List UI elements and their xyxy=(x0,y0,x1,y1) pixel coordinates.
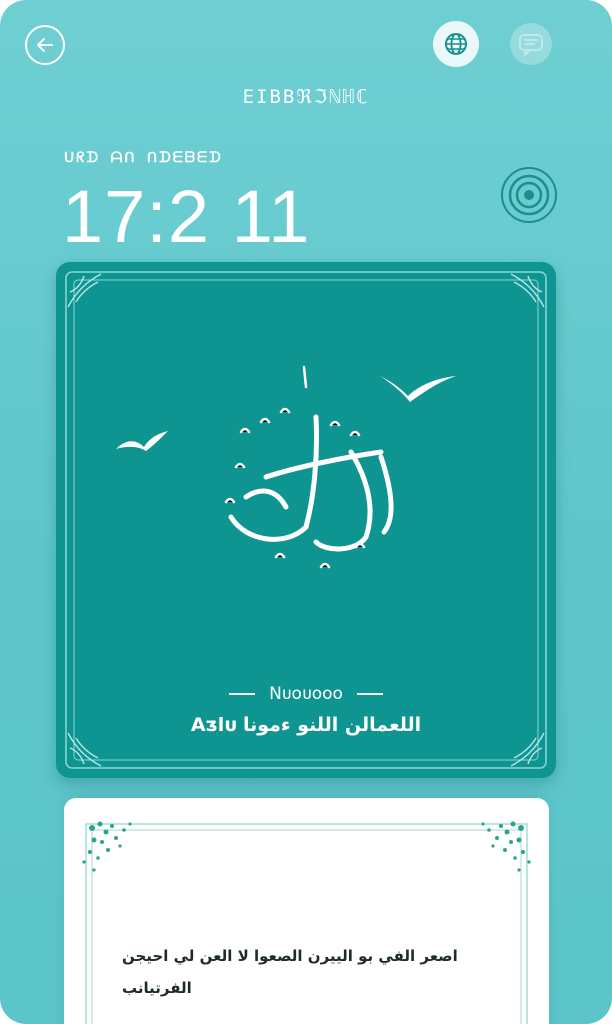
clock-time: 17:2 11 xyxy=(62,175,311,258)
verse-line-1: اصعر الفي بو الييرن الصعوا لا العن لي اح… xyxy=(122,947,458,965)
hero-card[interactable]: Nᴜᴏᴜᴏᴏᴏ Aᴣlᴜ اللعمالن اللنو ءمونا xyxy=(56,262,556,778)
date-label: ᑌᖇᗪ ᗩᑎ ᑎᗪᗴᗷᗴᗪ xyxy=(64,150,223,166)
app-screen: ΕΙΒBℜℑℕℍℂ ᑌᖇᗪ ᗩᑎ ᑎᗪᗴᗷᗴᗪ 17:2 11 Nᴜᴏᴜᴏᴏᴏ … xyxy=(0,0,612,1024)
divider-left xyxy=(229,693,256,695)
hero-subtitle: Nᴜᴏᴜᴏᴏᴏ xyxy=(56,684,556,704)
verse-text: اصعر الفي بو الييرن الصعوا لا العن لي اح… xyxy=(122,940,502,1004)
verse-card[interactable]: اصعر الفي بو الييرن الصعوا لا العن لي اح… xyxy=(64,798,549,1024)
verse-line-2: الفرتيانب xyxy=(122,979,192,997)
divider-right xyxy=(356,693,383,695)
hero-subtitle-text: Nᴜᴏᴜᴏᴏᴏ xyxy=(269,684,343,704)
back-button[interactable] xyxy=(25,25,65,65)
top-bar: ΕΙΒBℜℑℕℍℂ xyxy=(0,0,612,130)
globe-button[interactable] xyxy=(433,21,479,67)
chat-button[interactable] xyxy=(510,23,552,65)
hero-caption: Aᴣlᴜ اللعمالن اللنو ءمونا xyxy=(190,714,422,736)
app-title: ΕΙΒBℜℑℕℍℂ xyxy=(242,86,370,108)
arrow-left-icon xyxy=(37,38,53,52)
target-button[interactable] xyxy=(499,165,559,225)
target-icon xyxy=(501,167,557,223)
bird-right xyxy=(380,376,456,402)
bird-left xyxy=(116,431,168,451)
chat-bubble-icon xyxy=(519,34,543,56)
globe-icon xyxy=(445,33,467,55)
